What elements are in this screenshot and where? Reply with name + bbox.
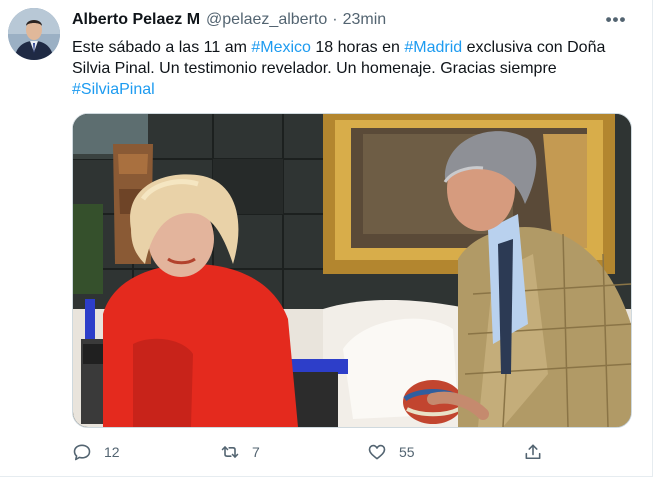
- share-icon: [523, 442, 543, 462]
- like-count: 55: [399, 444, 415, 460]
- photo-illustration: [73, 114, 631, 427]
- retweet-icon: [220, 442, 240, 462]
- reply-icon: [72, 442, 92, 462]
- tweet-text-segment: Este sábado a las 11 am: [72, 39, 252, 56]
- tweet-timestamp[interactable]: 23min: [343, 11, 387, 29]
- retweet-count: 7: [252, 444, 260, 460]
- share-button[interactable]: [523, 441, 543, 463]
- like-icon: [367, 442, 387, 462]
- hashtag-silviapinal[interactable]: #SilviaPinal: [72, 81, 155, 98]
- tweet-text-segment: 18 horas en: [310, 39, 405, 56]
- separator-dot: ·: [332, 11, 338, 28]
- retweet-button[interactable]: 7: [220, 441, 260, 463]
- tweet-text: Este sábado a las 11 am #Mexico 18 horas…: [72, 37, 632, 100]
- more-icon[interactable]: •••: [604, 8, 628, 32]
- reply-button[interactable]: 12: [72, 441, 120, 463]
- tweet-photo[interactable]: [72, 113, 632, 428]
- hashtag-madrid[interactable]: #Madrid: [404, 39, 462, 56]
- tweet-header: Alberto Pelaez M @pelaez_alberto · 23min: [72, 10, 386, 30]
- author-name[interactable]: Alberto Pelaez M: [72, 11, 200, 29]
- reply-count: 12: [104, 444, 120, 460]
- author-handle[interactable]: @pelaez_alberto: [206, 11, 327, 29]
- like-button[interactable]: 55: [367, 441, 415, 463]
- hashtag-mexico[interactable]: #Mexico: [251, 39, 311, 56]
- avatar[interactable]: [8, 8, 60, 60]
- tweet-actions: 12 7 55: [72, 441, 542, 463]
